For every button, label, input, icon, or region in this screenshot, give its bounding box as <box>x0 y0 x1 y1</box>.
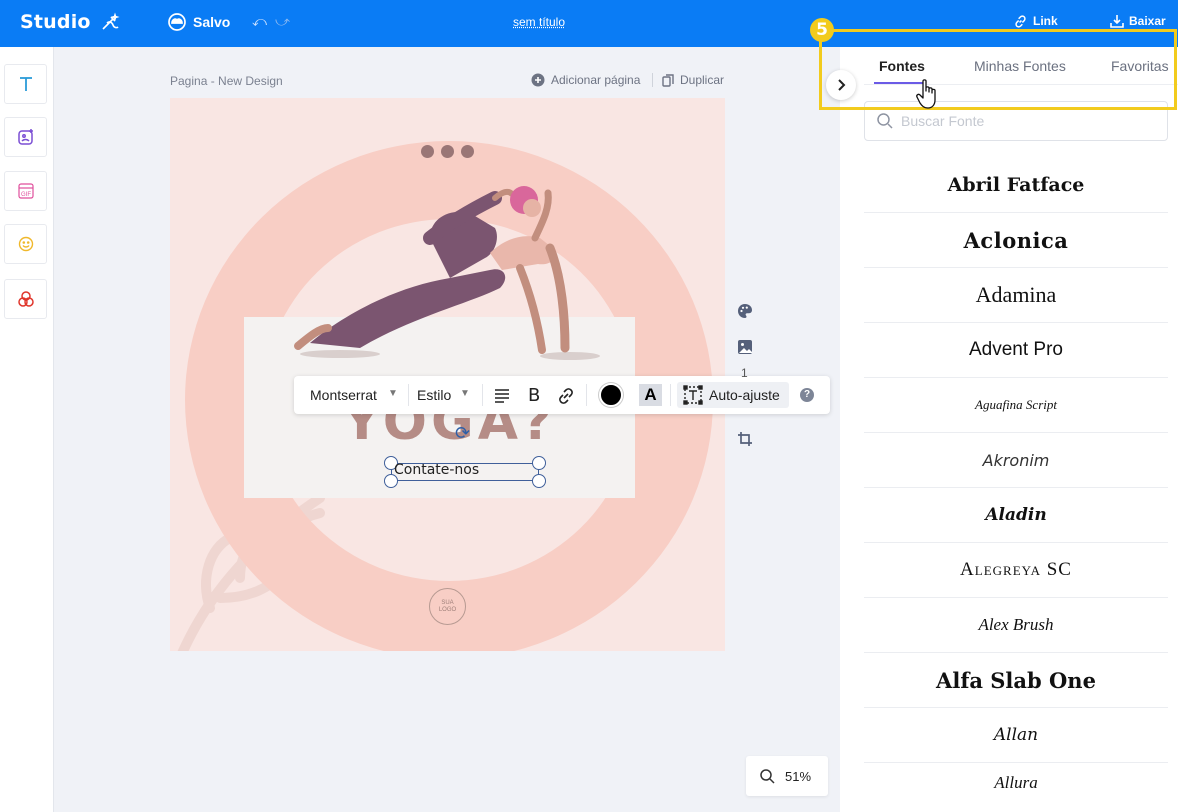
download-icon <box>1110 15 1124 28</box>
font-item-allan[interactable]: Allan <box>864 708 1168 763</box>
chevron-down-icon[interactable]: ▼ <box>460 388 470 399</box>
image-sparkle-icon <box>17 129 33 145</box>
help-icon[interactable]: ? <box>800 388 814 402</box>
font-item-aguafina-script[interactable]: Aguafina Script <box>864 378 1168 433</box>
add-page-label: Adicionar página <box>551 73 641 87</box>
header-divider <box>652 73 653 87</box>
image-icon[interactable] <box>737 339 753 355</box>
chevron-down-icon[interactable]: ▼ <box>388 388 398 399</box>
crop-icon[interactable] <box>737 431 753 447</box>
shapes-icon <box>17 291 34 307</box>
undo-icon[interactable]: ⤺ <box>252 13 267 30</box>
search-icon <box>877 113 893 129</box>
rotate-icon[interactable]: ⟳ <box>455 423 470 444</box>
font-item-akronim[interactable]: Akronim <box>864 433 1168 488</box>
smiley-icon <box>18 236 33 252</box>
autofit-button[interactable]: Auto-ajuste <box>677 382 789 408</box>
palette-icon[interactable] <box>737 303 753 319</box>
duplicate-button[interactable]: Duplicar <box>662 73 724 87</box>
font-item-aclonica[interactable]: Aclonica <box>864 213 1168 268</box>
magic-wand-icon[interactable] <box>100 12 120 32</box>
toolbar-divider <box>670 384 671 406</box>
gif-icon: GIF <box>17 183 34 199</box>
autofit-label: Auto-ajuste <box>709 387 780 403</box>
text-background-button[interactable]: A <box>639 384 662 406</box>
toolbar-divider <box>482 384 483 406</box>
font-item-advent-pro[interactable]: Advent Pro <box>864 323 1168 378</box>
zoom-control[interactable]: 51% <box>746 756 828 796</box>
redo-icon[interactable]: ⤻ <box>275 13 290 30</box>
plus-circle-icon <box>531 73 545 87</box>
duplicate-label: Duplicar <box>680 73 725 87</box>
style-select[interactable]: Estilo <box>417 387 451 403</box>
left-toolbar: GIF <box>0 47 54 812</box>
gif-tool-button[interactable]: GIF <box>4 171 47 211</box>
text-tool-button[interactable] <box>4 64 47 104</box>
shapes-tool-button[interactable] <box>4 279 47 319</box>
font-item-aladin[interactable]: Aladin <box>864 488 1168 543</box>
logo-placeholder[interactable]: SUA LOGO <box>429 588 466 625</box>
text-format-toolbar: Montserrat ▼ Estilo ▼ B A Auto-ajuste ? <box>294 376 830 414</box>
font-item-alfa-slab-one[interactable]: Alfa Slab One <box>864 653 1168 708</box>
add-page-button[interactable]: Adicionar página <box>531 73 640 87</box>
zoom-level: 51% <box>785 768 812 784</box>
link-label: Link <box>1033 14 1058 28</box>
align-left-icon[interactable] <box>494 387 510 403</box>
svg-text:GIF: GIF <box>21 192 31 198</box>
search-icon <box>760 768 775 784</box>
page-number: 1 <box>741 366 748 380</box>
text-icon <box>19 77 32 91</box>
tutorial-highlight <box>819 29 1177 110</box>
image-tool-button[interactable] <box>4 117 47 157</box>
link-icon <box>1015 14 1026 28</box>
dots-decoration[interactable] <box>421 145 474 158</box>
copy-icon <box>662 73 674 87</box>
hand-cursor-icon <box>916 79 936 109</box>
page-label: Pagina - New Design <box>170 74 283 88</box>
yoga-woman-photo[interactable] <box>280 178 620 368</box>
font-item-abril-fatface[interactable]: Abril Fatface <box>864 158 1168 213</box>
toolbar-divider <box>586 384 587 406</box>
contact-text[interactable]: Contate-nos <box>394 462 479 478</box>
text-color-swatch[interactable] <box>599 383 623 407</box>
link-icon[interactable] <box>557 387 575 405</box>
logo-line-2: LOGO <box>438 607 457 613</box>
toolbar-divider <box>408 384 409 406</box>
font-item-allura[interactable]: Allura <box>864 763 1168 803</box>
emoji-tool-button[interactable] <box>4 224 47 264</box>
resize-handle-bottom-right[interactable] <box>532 474 546 488</box>
resize-handle-top-right[interactable] <box>532 456 546 470</box>
font-search-input[interactable] <box>901 111 1151 131</box>
brand-logo[interactable]: Studio <box>20 11 91 33</box>
font-item-alegreya-sc[interactable]: Alegreya SC <box>864 543 1168 598</box>
bold-button[interactable]: B <box>528 385 540 406</box>
font-item-alex-brush[interactable]: Alex Brush <box>864 598 1168 653</box>
step-badge: 5 <box>810 18 834 42</box>
cloud-check-icon <box>168 13 186 31</box>
text-box-icon <box>683 385 703 405</box>
document-title[interactable]: sem título <box>513 15 565 29</box>
font-select[interactable]: Montserrat <box>310 387 377 403</box>
download-label: Baixar <box>1129 14 1166 28</box>
font-item-adamina[interactable]: Adamina <box>864 268 1168 323</box>
saved-status: Salvo <box>193 14 231 30</box>
logo-line-1: SUA <box>441 600 454 606</box>
download-button[interactable]: Baixar <box>1110 14 1166 28</box>
link-button[interactable]: Link <box>1014 14 1058 28</box>
